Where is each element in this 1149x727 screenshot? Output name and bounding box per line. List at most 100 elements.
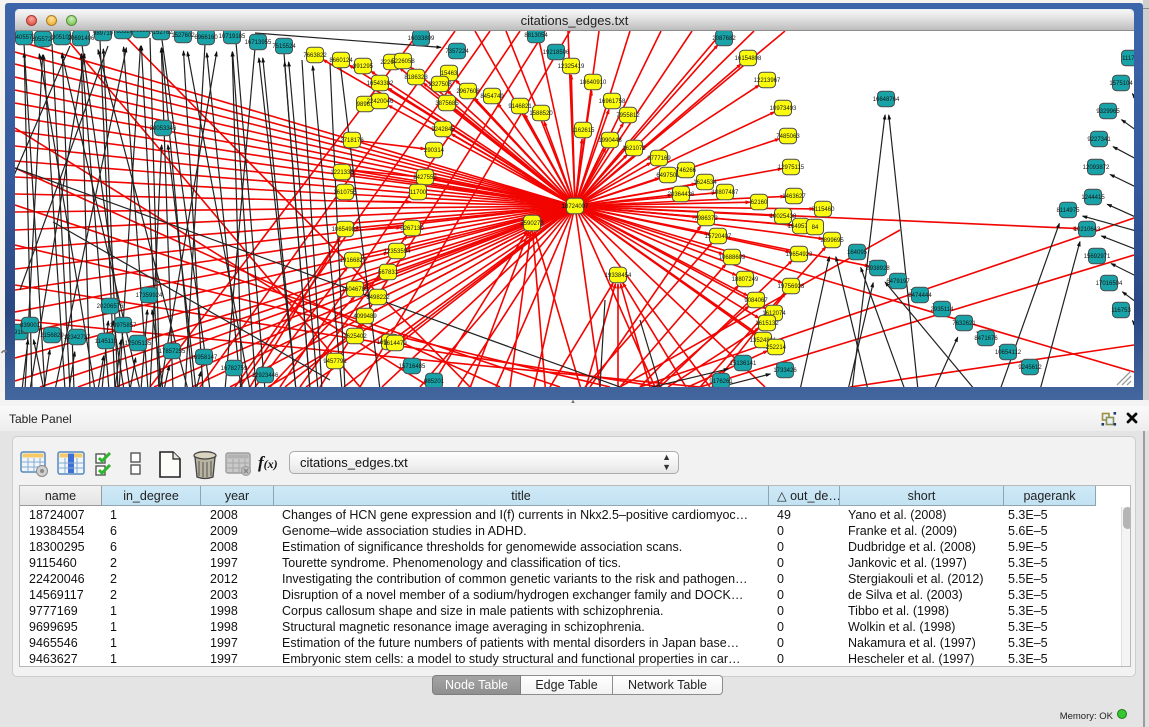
svg-text:1624534: 1624534 xyxy=(693,180,717,186)
svg-text:11700: 11700 xyxy=(410,190,427,196)
svg-text:15720407: 15720407 xyxy=(705,234,732,240)
svg-text:164095: 164095 xyxy=(847,250,868,256)
svg-text:7632621: 7632621 xyxy=(952,321,976,327)
svg-text:1162615: 1162615 xyxy=(572,128,596,134)
svg-text:16961758: 16961758 xyxy=(599,99,626,105)
svg-text:1527602: 1527602 xyxy=(171,33,195,39)
svg-text:1244415: 1244415 xyxy=(1081,195,1105,201)
svg-text:12342737: 12342737 xyxy=(64,335,91,341)
svg-text:12325419: 12325419 xyxy=(558,64,585,70)
svg-text:10654982: 10654982 xyxy=(332,227,359,233)
svg-text:6479197: 6479197 xyxy=(886,279,910,285)
svg-text:989719: 989719 xyxy=(93,31,114,37)
svg-text:1990448: 1990448 xyxy=(598,138,622,144)
svg-text:16648764: 16648764 xyxy=(873,97,900,103)
svg-text:10688609: 10688609 xyxy=(719,255,746,261)
svg-text:22420046: 22420046 xyxy=(367,99,394,105)
svg-text:1463627: 1463627 xyxy=(782,194,806,200)
svg-text:6966160: 6966160 xyxy=(194,35,218,41)
svg-text:16154808: 16154808 xyxy=(735,56,762,62)
svg-text:7357224: 7357224 xyxy=(445,49,469,55)
svg-text:20053346: 20053346 xyxy=(150,126,177,132)
svg-text:2967608: 2967608 xyxy=(456,89,480,95)
svg-text:18724007: 18724007 xyxy=(562,204,589,210)
svg-text:9242845: 9242845 xyxy=(431,127,455,133)
svg-text:16958147: 16958147 xyxy=(191,355,218,361)
svg-text:19756928: 19756928 xyxy=(778,284,805,290)
svg-text:12213967: 12213967 xyxy=(754,78,781,84)
svg-text:252214: 252214 xyxy=(766,345,787,351)
svg-text:1614479: 1614479 xyxy=(383,341,407,347)
svg-text:16543382: 16543382 xyxy=(367,81,394,87)
svg-text:17016504: 17016504 xyxy=(1096,281,1123,287)
svg-text:20206576: 20206576 xyxy=(97,304,124,310)
svg-text:116753: 116753 xyxy=(1111,308,1131,314)
svg-text:9457791: 9457791 xyxy=(323,359,347,365)
svg-text:1610755: 1610755 xyxy=(333,190,357,196)
svg-text:13975857: 13975857 xyxy=(110,323,137,329)
svg-text:7152762: 7152762 xyxy=(149,31,173,36)
svg-text:985201: 985201 xyxy=(424,379,445,385)
svg-text:15136141: 15136141 xyxy=(730,361,757,367)
svg-text:8186328: 8186328 xyxy=(404,75,428,81)
svg-text:11174: 11174 xyxy=(1122,56,1134,62)
svg-text:18640910: 18640910 xyxy=(580,80,607,86)
svg-text:12923446: 12923446 xyxy=(252,373,279,379)
svg-text:9329965: 9329965 xyxy=(1096,109,1120,115)
svg-text:84: 84 xyxy=(812,225,819,231)
svg-text:62160: 62160 xyxy=(751,200,768,206)
svg-text:19166827: 19166827 xyxy=(340,258,367,264)
svg-text:19654923: 19654923 xyxy=(786,252,813,258)
svg-text:19218506: 19218506 xyxy=(543,50,570,56)
svg-text:20364436: 20364436 xyxy=(668,192,695,198)
svg-text:7485063: 7485063 xyxy=(776,134,800,140)
svg-text:4099489: 4099489 xyxy=(353,314,377,320)
svg-text:7515524: 7515524 xyxy=(272,44,296,50)
svg-text:15692971: 15692971 xyxy=(1084,254,1111,260)
svg-text:15716485: 15716485 xyxy=(399,364,426,370)
svg-text:1575104: 1575104 xyxy=(1109,81,1133,87)
svg-text:5226058: 5226058 xyxy=(391,59,415,65)
svg-text:2590273: 2590273 xyxy=(520,221,544,227)
svg-text:8114975: 8114975 xyxy=(1057,208,1081,214)
svg-text:891295: 891295 xyxy=(353,64,374,70)
svg-text:8498222: 8498222 xyxy=(366,295,390,301)
svg-text:7663822: 7663822 xyxy=(303,53,327,59)
svg-text:1615132: 1615132 xyxy=(755,321,779,327)
svg-text:17359924: 17359924 xyxy=(136,293,163,299)
svg-text:19338454: 19338454 xyxy=(605,273,632,279)
svg-text:2718176: 2718176 xyxy=(340,138,364,144)
svg-text:16713955: 16713955 xyxy=(245,40,272,46)
svg-text:20691406: 20691406 xyxy=(68,36,95,42)
svg-text:8267130: 8267130 xyxy=(400,226,424,232)
svg-text:10807487: 10807487 xyxy=(712,190,739,196)
svg-text:10210643: 10210643 xyxy=(1074,227,1101,233)
svg-text:10973493: 10973493 xyxy=(770,106,797,112)
svg-text:1621072: 1621072 xyxy=(622,146,646,152)
svg-text:10025438: 10025438 xyxy=(770,214,797,220)
svg-text:10654112: 10654112 xyxy=(995,350,1022,356)
svg-text:290314: 290314 xyxy=(424,148,445,154)
svg-text:16046789: 16046789 xyxy=(342,287,369,293)
svg-text:8660124: 8660124 xyxy=(329,58,353,64)
svg-text:12505135: 12505135 xyxy=(125,341,152,347)
svg-text:12353594: 12353594 xyxy=(384,249,411,255)
svg-text:9146821: 9146821 xyxy=(508,104,532,110)
svg-text:567831: 567831 xyxy=(378,270,399,276)
svg-text:8471676: 8471676 xyxy=(974,336,998,342)
svg-text:9474444: 9474444 xyxy=(908,293,932,299)
svg-text:839001: 839001 xyxy=(20,323,41,329)
svg-text:16033809: 16033809 xyxy=(408,36,435,42)
svg-text:2156829: 2156829 xyxy=(40,333,64,339)
svg-text:7625402: 7625402 xyxy=(343,334,367,340)
svg-text:1733426: 1733426 xyxy=(773,368,797,374)
svg-text:8938928: 8938928 xyxy=(866,266,890,272)
svg-text:9245612: 9245612 xyxy=(1018,365,1042,371)
svg-text:8427552: 8427552 xyxy=(413,175,437,181)
svg-text:9777169: 9777169 xyxy=(647,156,671,162)
svg-text:12975115: 12975115 xyxy=(778,165,805,171)
svg-text:9115460: 9115460 xyxy=(812,207,836,213)
svg-text:9084067: 9084067 xyxy=(744,298,768,304)
svg-text:1221338: 1221338 xyxy=(330,170,354,176)
svg-text:1145119: 1145119 xyxy=(95,339,118,345)
